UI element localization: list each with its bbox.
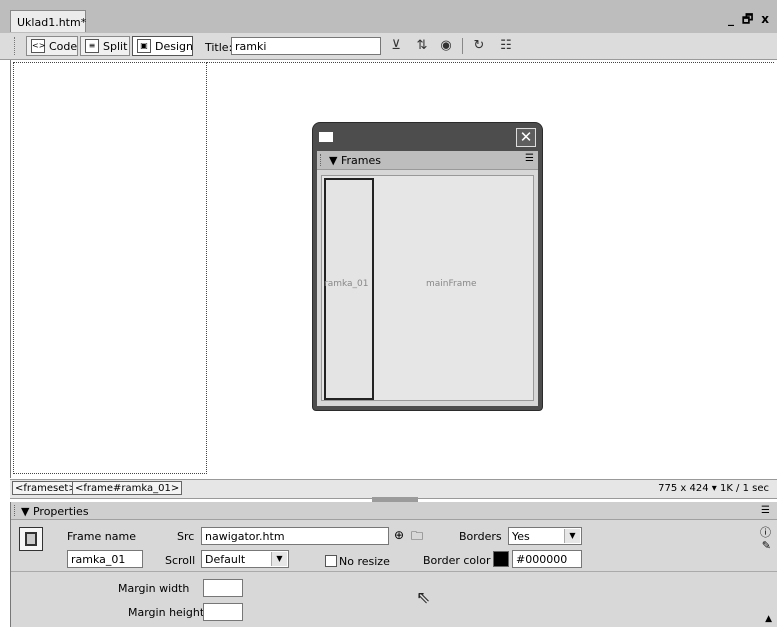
status-bar: <frameset> <frame#ramka_01> 775 x 424 ▾ … bbox=[10, 479, 777, 499]
margin-height-input[interactable] bbox=[203, 603, 243, 621]
frame-left-label: ramka_01 bbox=[324, 279, 369, 289]
edit-icon[interactable]: ✎ bbox=[762, 539, 771, 552]
border-color-swatch[interactable] bbox=[493, 551, 509, 567]
code-view-label: Code bbox=[49, 40, 78, 53]
design-view-label: Design bbox=[155, 40, 193, 53]
src-input[interactable] bbox=[201, 527, 389, 545]
document-tab[interactable]: Uklad1.htm* bbox=[10, 10, 86, 32]
panel-grip bbox=[320, 154, 323, 166]
margin-width-input[interactable] bbox=[203, 579, 243, 597]
frame-left-region[interactable] bbox=[13, 62, 207, 474]
chevron-down-icon: ▼ bbox=[271, 552, 287, 566]
close-icon[interactable]: ✕ bbox=[516, 128, 536, 147]
no-resize-checkbox[interactable] bbox=[325, 555, 337, 567]
page-title-input[interactable] bbox=[231, 37, 381, 55]
split-view-label: Split bbox=[103, 40, 128, 53]
frames-panel[interactable]: ✕ ▼ Frames ☰ ramka_01 mainFrame bbox=[313, 123, 542, 410]
design-view-button[interactable]: ▣ Design bbox=[132, 36, 193, 56]
tag-frameset[interactable]: <frameset> bbox=[12, 481, 80, 495]
properties-header[interactable]: ▼ Properties ☰ bbox=[11, 502, 777, 520]
refresh-icon[interactable]: ↻ bbox=[470, 38, 488, 54]
frames-panel-title-text: Frames bbox=[340, 154, 381, 167]
expand-up-icon[interactable]: ▲ bbox=[765, 614, 772, 624]
code-icon: <> bbox=[31, 39, 45, 53]
src-label: Src bbox=[177, 530, 195, 543]
tag-frame[interactable]: <frame#ramka_01> bbox=[72, 481, 183, 495]
preview-browser-icon[interactable]: ◉ bbox=[437, 38, 455, 54]
toolbar-divider bbox=[462, 38, 463, 54]
point-to-file-icon[interactable]: ⊕ bbox=[394, 528, 404, 542]
dreamweaver-window: Uklad1.htm* _ 🗗 x <> Code ≡ Split ▣ Design Ti… bbox=[0, 0, 777, 627]
properties-title: ▼ Properties bbox=[21, 505, 89, 518]
window-size-info[interactable]: 775 x 424 ▾ 1K / 1 sec bbox=[658, 483, 769, 494]
properties-inspector: ▼ Properties ☰ Frame name Src ⊕ 🗀 Border… bbox=[10, 502, 777, 627]
validate-icon[interactable]: ⊻ bbox=[387, 38, 405, 54]
frames-panel-body: ▼ Frames ☰ ramka_01 mainFrame bbox=[317, 151, 538, 406]
border-color-label: Border color bbox=[423, 554, 491, 567]
document-toolbar: <> Code ≡ Split ▣ Design Title: ⊻ ⇅ ◉ ↻ ☷ bbox=[0, 33, 777, 60]
scroll-select[interactable]: Default ▼ bbox=[201, 550, 289, 568]
frame-ramka-01-preview[interactable] bbox=[324, 178, 374, 400]
chevron-down-icon: ▼ bbox=[564, 529, 580, 543]
minimize-icon[interactable]: _ bbox=[728, 12, 736, 26]
frames-panel-header[interactable]: ▼ Frames ☰ bbox=[317, 151, 538, 170]
borders-select[interactable]: Yes ▼ bbox=[508, 527, 582, 545]
browse-folder-icon[interactable]: 🗀 bbox=[411, 527, 423, 548]
frame-name-input[interactable] bbox=[67, 550, 143, 568]
restore-icon[interactable]: 🗗 bbox=[742, 12, 755, 26]
design-icon: ▣ bbox=[137, 39, 151, 53]
properties-divider bbox=[11, 571, 777, 572]
help-icon[interactable]: ⓘ bbox=[760, 524, 771, 540]
scroll-label: Scroll bbox=[165, 554, 196, 567]
frame-name-label: Frame name bbox=[67, 530, 136, 543]
margin-width-label: Margin width bbox=[118, 582, 190, 595]
panel-grip bbox=[14, 505, 17, 516]
frameset-preview[interactable]: ramka_01 mainFrame bbox=[321, 175, 534, 401]
window-controls: _ 🗗 x bbox=[722, 10, 771, 31]
mouse-cursor-icon: ⇖ bbox=[416, 588, 431, 608]
borders-value: Yes bbox=[512, 530, 530, 543]
borders-label: Borders bbox=[459, 530, 502, 543]
panel-options-icon[interactable]: ☰ bbox=[761, 505, 770, 516]
title-label: Title: bbox=[205, 41, 233, 54]
split-icon: ≡ bbox=[85, 39, 99, 53]
document-tab-bar: Uklad1.htm* _ 🗗 x bbox=[0, 0, 777, 34]
code-view-button[interactable]: <> Code bbox=[26, 36, 78, 56]
no-resize-label: No resize bbox=[339, 555, 390, 568]
panel-grip-icon[interactable] bbox=[319, 132, 333, 142]
frames-panel-title: ▼ Frames bbox=[329, 154, 381, 167]
close-icon[interactable]: x bbox=[761, 12, 771, 26]
split-view-button[interactable]: ≡ Split bbox=[80, 36, 130, 56]
border-color-input[interactable] bbox=[512, 550, 582, 568]
frame-main-label[interactable]: mainFrame bbox=[426, 279, 477, 289]
toolbar-grip[interactable] bbox=[14, 37, 18, 55]
scroll-value: Default bbox=[205, 553, 246, 566]
file-management-icon[interactable]: ⇅ bbox=[413, 38, 431, 54]
frame-icon bbox=[19, 527, 43, 551]
view-options-icon[interactable]: ☷ bbox=[497, 38, 515, 54]
properties-title-text: Properties bbox=[32, 505, 89, 518]
panel-options-icon[interactable]: ☰ bbox=[525, 153, 534, 164]
margin-height-label: Margin height bbox=[128, 606, 205, 619]
